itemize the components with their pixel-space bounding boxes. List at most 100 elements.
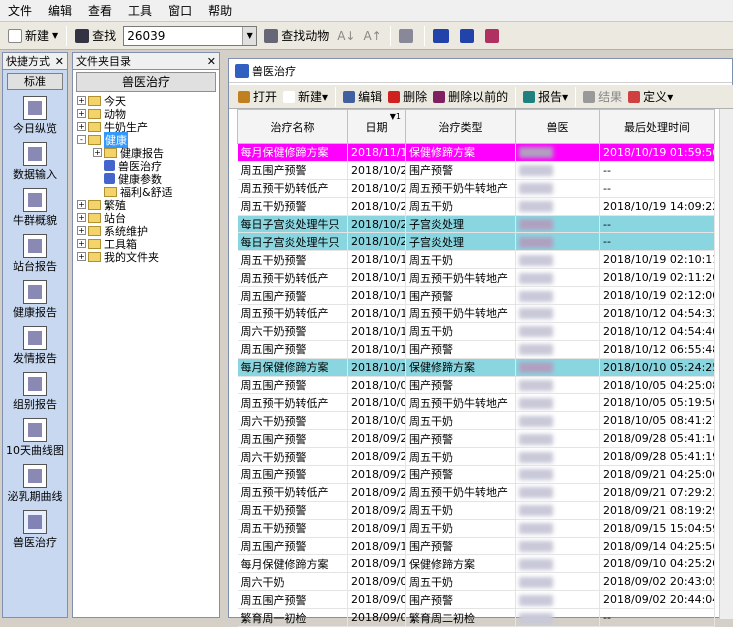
close-icon[interactable]: ✕ — [55, 55, 64, 68]
expand-toggle-icon[interactable]: + — [77, 239, 86, 248]
table-row[interactable]: 周五围产预警2018/10/12围产预警 2018/10/12 06:55:48 — [237, 340, 715, 359]
quick-item[interactable]: 兽医治疗 — [3, 510, 67, 550]
quick-item[interactable]: 泌乳期曲线 — [3, 464, 67, 504]
column-header[interactable]: 治疗类型 — [405, 109, 516, 144]
find-animal-button[interactable]: 查找动物 — [260, 25, 333, 47]
tree-node[interactable]: + 站台 — [77, 211, 219, 225]
table-row[interactable]: 周五预干奶转低产2018/10/05周五预干奶牛转地产 2018/10/05 05… — [237, 393, 715, 413]
table-cell: 子宫炎处理 — [405, 215, 516, 234]
print-icon[interactable] — [395, 25, 420, 47]
window-icon[interactable] — [429, 25, 456, 47]
quick-item[interactable]: 今日纵览 — [3, 96, 67, 136]
column-header[interactable]: 日期 ▼1 — [347, 109, 406, 144]
tree-node[interactable]: + 系统维护 — [77, 224, 219, 238]
close-icon[interactable]: ✕ — [207, 55, 216, 68]
expand-toggle-icon[interactable]: + — [77, 200, 86, 209]
table-row[interactable]: 周六干奶2018/09/08周五干奶 2018/09/02 20:43:05 — [237, 572, 715, 592]
table-row[interactable]: 每月保健修蹄方案2018/11/10保健修蹄方案 2018/10/19 01:59… — [237, 143, 715, 162]
tree-node[interactable]: + 动物 — [77, 107, 219, 121]
table-cell: 2018/09/28 05:41:19 — [599, 447, 715, 467]
expand-toggle-icon[interactable]: + — [77, 109, 86, 118]
tool-button[interactable]: 报告 ▾ — [520, 86, 571, 108]
quick-item[interactable]: 站台报告 — [3, 234, 67, 274]
menu-item-3[interactable]: 工具 — [128, 2, 152, 19]
expand-toggle-icon[interactable]: + — [77, 96, 86, 105]
menu-item-5[interactable]: 帮助 — [208, 2, 232, 19]
table-row[interactable]: 周六干奶预警2018/10/12周五干奶 2018/10/12 04:54:40 — [237, 322, 715, 341]
table-row[interactable]: 周五干奶预警2018/09/15周五干奶 2018/09/15 15:04:59 — [237, 519, 715, 538]
table-row[interactable]: 周五预干奶转低产2018/10/26周五预干奶牛转地产 -- — [237, 179, 715, 198]
quick-item[interactable]: 发情报告 — [3, 326, 67, 366]
quick-item[interactable]: 组别报告 — [3, 372, 67, 412]
column-header[interactable]: 治疗名称 — [237, 109, 348, 144]
table-row[interactable]: 周六干奶预警2018/10/05周五干奶 2018/10/05 08:41:27 — [237, 411, 715, 431]
quick-item[interactable]: 10天曲线图 — [3, 418, 67, 458]
table-row[interactable]: 周五围产预警2018/09/28围产预警 2018/09/28 05:41:16 — [237, 429, 715, 449]
chevron-down-icon[interactable]: ▼ — [242, 26, 257, 45]
table-cell — [515, 286, 600, 306]
menu-item-0[interactable]: 文件 — [8, 2, 32, 19]
expand-toggle-icon[interactable]: - — [77, 135, 86, 144]
next-icon[interactable]: A↑ — [359, 25, 385, 47]
tree-node[interactable]: + 我的文件夹 — [77, 250, 219, 264]
tool-button[interactable]: 打开 — [235, 86, 280, 108]
tool-button[interactable]: 删除以前的 — [430, 86, 511, 108]
expand-toggle-icon[interactable]: + — [77, 252, 86, 261]
vertical-scrollbar[interactable] — [719, 109, 733, 619]
tree-node[interactable]: + 繁殖 — [77, 198, 219, 212]
tool-button[interactable]: 新建 ▾ — [280, 86, 331, 108]
table-row[interactable]: 周五预干奶转低产2018/09/21周五预干奶牛转地产 2018/09/21 07… — [237, 483, 715, 502]
prev-icon[interactable]: A↓ — [333, 25, 359, 47]
table-row[interactable]: 周五围产预警2018/10/05围产预警 2018/10/05 04:25:08 — [237, 376, 715, 395]
tree-node[interactable]: 福利&舒适 — [77, 185, 219, 199]
table-row[interactable]: 周五围产预警2018/10/19围产预警 2018/10/19 02:12:00 — [237, 286, 715, 306]
table-row[interactable]: 周五围产预警2018/09/21围产预警 2018/09/21 04:25:06 — [237, 465, 715, 484]
tool-button[interactable]: 定义 ▾ — [625, 86, 676, 108]
menu-item-1[interactable]: 编辑 — [48, 2, 72, 19]
table-row[interactable]: 周五预干奶转低产2018/10/19周五预干奶牛转地产 2018/10/19 02… — [237, 268, 715, 288]
table-row[interactable]: 周五干奶预警2018/10/26周五干奶 2018/10/19 14:09:22 — [237, 197, 715, 216]
tool-button[interactable]: 编辑 — [340, 86, 385, 108]
tree-node[interactable]: + 牛奶生产 — [77, 120, 219, 134]
search-combo[interactable]: 26039 ▼ — [123, 25, 258, 46]
folder-icon — [88, 251, 101, 262]
expand-toggle-icon[interactable]: + — [77, 122, 86, 131]
chevron-down-icon: ▾ — [562, 89, 569, 104]
tile-icon[interactable] — [456, 25, 481, 47]
table-row[interactable]: 周五预干奶转低产2018/10/12周五预干奶牛转地产 2018/10/12 04… — [237, 304, 715, 323]
new-button[interactable]: 新建 ▼ — [4, 25, 62, 47]
table-row[interactable]: 周五围产预警2018/09/07围产预警 2018/09/02 20:44:04 — [237, 590, 715, 610]
quick-item[interactable]: 健康报告 — [3, 280, 67, 320]
table-row[interactable]: 周五干奶预警2018/09/21周五干奶 2018/09/21 08:19:29 — [237, 501, 715, 520]
table-row[interactable]: 每日子宫炎处理牛只2018/10/20子宫炎处理 -- — [237, 232, 715, 252]
table-cell: 2018/10/12 06:55:48 — [599, 340, 715, 359]
table-row[interactable]: 每月保健修蹄方案2018/10/10保健修蹄方案 2018/10/10 05:24… — [237, 358, 715, 377]
table-cell — [515, 483, 600, 502]
tree-node[interactable]: + 今天 — [77, 94, 219, 108]
column-header[interactable]: 兽医 — [515, 109, 600, 144]
table-row[interactable]: 每日子宫炎处理牛只2018/10/21子宫炎处理 -- — [237, 215, 715, 234]
expand-toggle-icon[interactable]: + — [77, 213, 86, 222]
find-button[interactable]: 查找 — [71, 25, 120, 47]
table-row[interactable]: 每月保健修蹄方案2018/09/10保健修蹄方案 2018/09/10 04:25… — [237, 554, 715, 574]
book-icon[interactable] — [481, 25, 506, 47]
sort-icon: ▼1 — [389, 112, 401, 121]
table-row[interactable]: 周六干奶预警2018/09/28周五干奶 2018/09/28 05:41:19 — [237, 447, 715, 467]
menu-item-4[interactable]: 窗口 — [168, 2, 192, 19]
table-cell: 周五干奶 — [405, 322, 516, 341]
quick-item[interactable]: 数据输入 — [3, 142, 67, 182]
column-header[interactable]: 最后处理时间 — [599, 109, 715, 144]
table-row[interactable]: 周五干奶预警2018/10/19周五干奶 2018/10/19 02:10:11 — [237, 250, 715, 270]
tool-button[interactable]: 删除 — [385, 86, 430, 108]
table-row[interactable]: 周五围产预警2018/09/14围产预警 2018/09/14 04:25:56 — [237, 537, 715, 556]
table-cell: 周五围产预警 — [237, 590, 348, 610]
quick-item[interactable]: 牛群概貌 — [3, 188, 67, 228]
expand-toggle-icon[interactable]: + — [93, 148, 102, 157]
tool-button[interactable]: 结果 — [580, 86, 625, 108]
table-row[interactable]: 周五围产预警2018/10/26围产预警 -- — [237, 161, 715, 180]
standard-button[interactable]: 标准 — [7, 73, 63, 90]
expand-toggle-icon[interactable]: + — [77, 226, 86, 235]
table-cell: 2018/09/28 — [347, 447, 406, 467]
menu-item-2[interactable]: 查看 — [88, 2, 112, 19]
window-toolbar: 打开 新建 ▾ 编辑 删除 删除以前的 报告 ▾ 结果 定义 ▾ — [229, 85, 733, 109]
